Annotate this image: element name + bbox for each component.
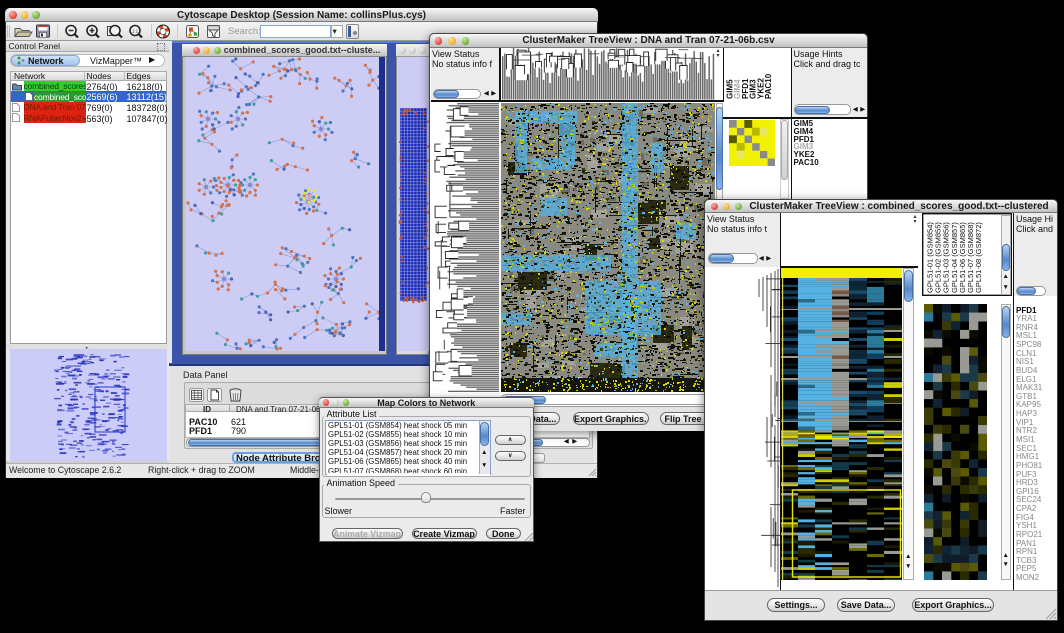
svg-text:1:1: 1:1 bbox=[132, 28, 139, 33]
